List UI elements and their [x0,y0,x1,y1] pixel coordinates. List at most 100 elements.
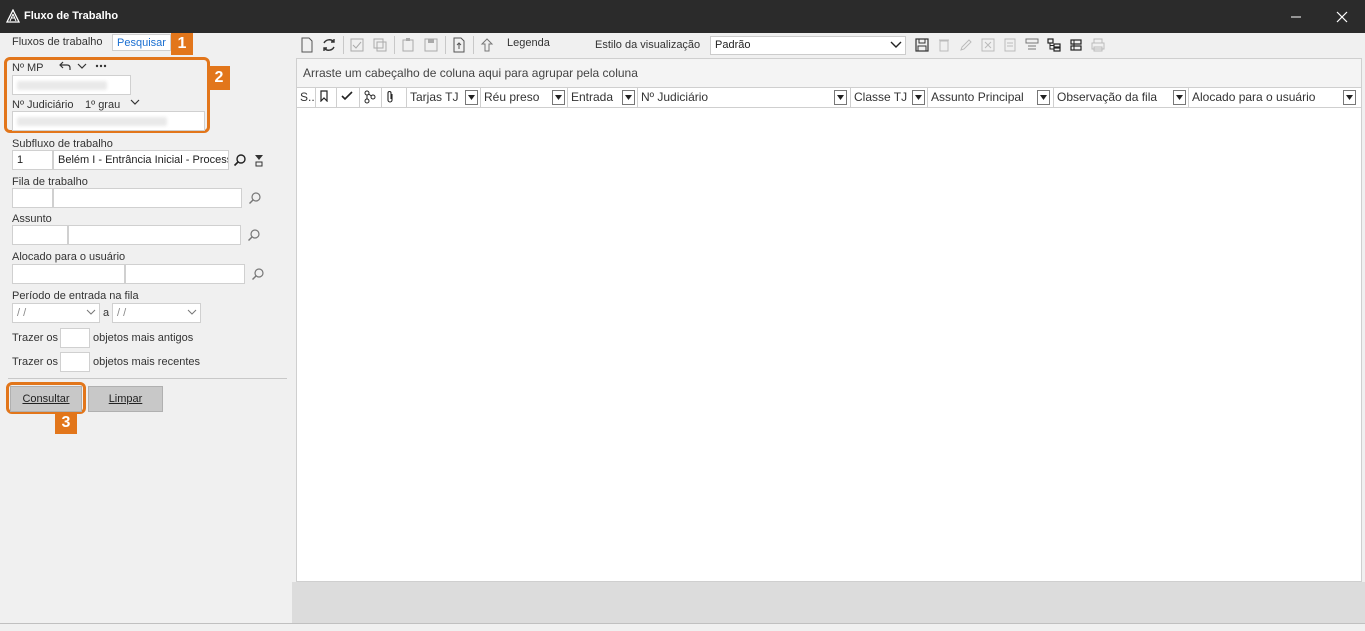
bring-newer-label: Trazer os [12,356,59,368]
tree-view-icon[interactable] [1045,36,1063,54]
degree-chevron-icon[interactable] [129,96,141,108]
table-icon[interactable] [1067,36,1085,54]
col-alocado[interactable]: Alocado para o usuário [1189,88,1361,107]
chevron-down-icon[interactable] [76,60,88,72]
col-check[interactable] [337,88,360,107]
redacted-value [17,81,107,90]
subflow-label: Subfluxo de trabalho [12,138,113,150]
col-entrada-filter[interactable] [622,90,635,105]
grid-toolbar: Legenda Estilo da visualização Padrão [292,33,1365,57]
newer-count-field[interactable] [60,352,90,372]
col-alocado-filter[interactable] [1343,90,1356,105]
assigned-name-field[interactable] [125,264,245,284]
save-copy-icon[interactable] [422,36,440,54]
date-from-chevron-icon[interactable] [86,307,96,317]
callout-3: 3 [55,412,77,434]
undo-icon[interactable] [59,60,71,72]
judiciary-number-field[interactable] [12,111,205,131]
legend-icon[interactable] [478,36,496,54]
callout-1: 1 [171,33,193,55]
col-assunto-filter[interactable] [1037,90,1050,105]
print-icon[interactable] [1089,36,1107,54]
check-icon [341,91,353,101]
search-icon[interactable] [233,153,247,167]
col-assunto-label: Assunto Principal [931,90,1024,104]
panel-tabs: Fluxos de trabalho Pesquisar [0,33,292,53]
subflow-name-field[interactable]: Belém I - Entrância Inicial - Process [53,150,229,170]
group-by-area[interactable]: Arraste um cabeçalho de coluna aqui para… [297,59,1361,87]
col-tarjas-filter[interactable] [465,90,478,105]
col-obs-filter[interactable] [1173,90,1186,105]
queue-code-field[interactable] [12,188,53,208]
view-style-chevron-icon[interactable] [890,40,902,50]
dropdown-arrow-icon [1176,95,1183,100]
app-logo-icon [5,8,21,23]
col-reu-filter[interactable] [552,90,565,105]
checklist-icon[interactable] [348,36,366,54]
edit-view-icon[interactable] [957,36,975,54]
col-reu-label: Réu preso [484,90,540,104]
more-icon[interactable] [94,60,108,72]
columns-icon[interactable] [1023,36,1041,54]
dropdown-arrow-icon [837,95,844,100]
col-status[interactable]: S.. [297,88,316,107]
degree-selector[interactable]: 1º grau [85,99,120,111]
export-icon[interactable] [450,36,468,54]
newer-objects-label: objetos mais recentes [93,356,200,368]
delete-view-icon[interactable] [935,36,953,54]
col-njud[interactable]: Nº Judiciário [638,88,851,107]
subject-label: Assunto [12,213,52,225]
dropdown-arrow-icon [555,95,562,100]
col-obs[interactable]: Observação da fila [1054,88,1189,107]
date-separator: a [103,307,110,319]
col-obs-label: Observação da fila [1057,90,1158,104]
dropdown-arrow-icon [625,95,632,100]
refresh-icon[interactable] [320,36,338,54]
clear-button-label: Limpar [108,393,143,405]
clear-button[interactable]: Limpar [88,386,163,412]
document-icon[interactable] [1001,36,1019,54]
filter-dropdown-icon[interactable] [252,153,266,167]
older-count-field[interactable] [60,328,90,348]
mp-number-field[interactable] [12,75,131,95]
col-njud-filter[interactable] [834,90,847,105]
col-attachment[interactable] [382,88,407,107]
dropdown-arrow-icon [915,95,922,100]
col-bookmark[interactable] [316,88,337,107]
legend-label[interactable]: Legenda [507,37,550,49]
grid-footer-area [292,582,1365,623]
dropdown-arrow-icon [1346,95,1353,100]
new-document-icon[interactable] [298,36,316,54]
excel-icon[interactable] [979,36,997,54]
subject-search-icon[interactable] [247,228,261,242]
save-view-icon[interactable] [913,36,931,54]
tab-search[interactable]: Pesquisar [112,34,171,51]
toolbar-separator [445,36,446,54]
paste-icon[interactable] [399,36,417,54]
col-njud-label: Nº Judiciário [641,90,709,104]
dropdown-arrow-icon [1040,95,1047,100]
col-classe-filter[interactable] [912,90,925,105]
view-style-label: Estilo da visualização [595,39,701,51]
queue-search-icon[interactable] [248,191,262,205]
assigned-search-icon[interactable] [251,267,265,281]
consult-button-label: Consultar [22,393,70,405]
minimize-button[interactable] [1273,0,1319,33]
queue-label: Fila de trabalho [12,176,88,188]
copy-icon[interactable] [371,36,389,54]
tab-workflows[interactable]: Fluxos de trabalho [12,36,103,48]
subflow-code-field[interactable]: 1 [12,150,53,170]
queue-name-field[interactable] [53,188,242,208]
divider [8,378,287,379]
assigned-code-field[interactable] [12,264,125,284]
close-button[interactable] [1319,0,1365,33]
date-to-chevron-icon[interactable] [187,307,197,317]
status-bar [0,623,1365,631]
col-assunto[interactable]: Assunto Principal [928,88,1054,107]
subject-code-field[interactable] [12,225,68,245]
view-style-select[interactable]: Padrão [710,36,906,55]
col-workflow[interactable] [360,88,382,107]
consult-button[interactable]: Consultar [10,386,82,412]
subject-name-field[interactable] [68,225,241,245]
search-panel: Fluxos de trabalho Pesquisar 1 2 Nº MP N… [0,33,292,623]
